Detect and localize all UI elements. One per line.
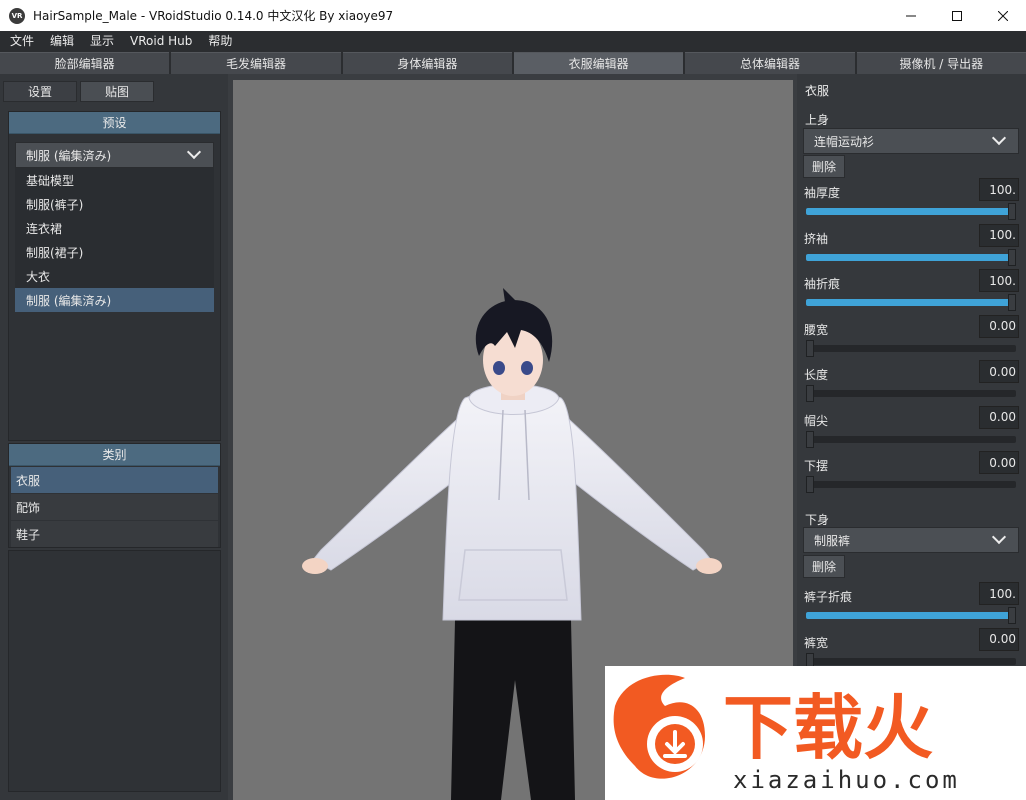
slider-handle[interactable] (806, 476, 814, 493)
title-bar: VR HairSample_Male - VRoidStudio 0.14.0 … (0, 0, 1026, 31)
param-label: 挤袖 (804, 231, 829, 246)
param-label: 裤子折痕 (804, 590, 853, 604)
chevron-down-icon (991, 529, 1007, 545)
slider-handle[interactable] (1008, 248, 1016, 266)
minimize-icon (906, 15, 916, 16)
tab-settings[interactable]: 设置 (3, 81, 77, 102)
delete-upper-button[interactable]: 删除 (803, 155, 845, 178)
param-slider[interactable] (806, 294, 1016, 311)
slider-fill (806, 612, 1016, 619)
editor-tabs: 脸部编辑器 毛发编辑器 身体编辑器 衣服编辑器 总体编辑器 摄像机 / 导出器 (0, 52, 1026, 74)
preset-dropdown-value: 制服 (編集済み) (26, 148, 112, 163)
clothing-section-title: 衣服 (805, 84, 830, 98)
param-label: 袖厚度 (804, 186, 841, 200)
maximize-icon (952, 10, 962, 21)
menu-vroid-hub[interactable]: VRoid Hub (122, 31, 200, 52)
window-controls (888, 0, 1026, 31)
preset-item-selected[interactable]: 制服 (編集済み) (15, 288, 214, 312)
param-label: 下摆 (804, 459, 829, 473)
tab-hair-editor[interactable]: 毛发编辑器 (171, 52, 341, 74)
param-slider[interactable] (806, 385, 1016, 402)
item-list-area (8, 550, 221, 792)
slider-handle[interactable] (806, 430, 814, 448)
tab-body-editor[interactable]: 身体编辑器 (342, 52, 512, 74)
slider-handle[interactable] (1008, 294, 1016, 311)
preset-item[interactable]: 大衣 (15, 264, 214, 288)
preset-dropdown[interactable]: 制服 (編集済み) (15, 142, 214, 168)
tab-overall-editor[interactable]: 总体编辑器 (685, 52, 855, 74)
close-icon (998, 10, 1008, 21)
preset-item[interactable]: 基础模型 (15, 168, 214, 192)
param-slider[interactable] (806, 203, 1016, 220)
chevron-down-icon (991, 130, 1007, 146)
chevron-down-icon (186, 144, 202, 160)
lower-item-value: 制服裤 (814, 533, 851, 548)
slider-fill (806, 253, 1016, 261)
preset-item[interactable]: 制服(裙子) (15, 240, 214, 264)
param-value-field[interactable]: 100. (979, 223, 1019, 247)
minimize-button[interactable] (888, 0, 934, 31)
preset-header: 预设 (9, 112, 220, 134)
param-value-field[interactable]: 0.00 (979, 360, 1019, 383)
param-slider[interactable] (806, 476, 1016, 493)
param-slider[interactable] (806, 430, 1016, 448)
app-icon: VR (9, 7, 25, 24)
param-label: 裤宽 (804, 635, 829, 650)
slider-handle[interactable] (806, 339, 814, 357)
tab-face-editor[interactable]: 脸部编辑器 (0, 52, 170, 74)
close-button[interactable] (980, 0, 1026, 31)
menu-bar: 文件 编辑 显示 VRoid Hub 帮助 (0, 31, 1026, 52)
param-value-field[interactable]: 100. (979, 178, 1019, 201)
param-value-field[interactable]: 0.00 (979, 627, 1019, 651)
category-header: 类别 (9, 444, 220, 466)
watermark-brand: 下载火 (723, 687, 933, 769)
param-slider[interactable] (806, 339, 1016, 357)
menu-file[interactable]: 文件 (0, 31, 42, 52)
maximize-button[interactable] (934, 0, 980, 31)
preset-item[interactable]: 制服(裤子) (15, 192, 214, 216)
param-value-field[interactable]: 100. (979, 269, 1019, 292)
upper-item-dropdown[interactable]: 连帽运动衫 (803, 128, 1019, 154)
tab-camera-exporter[interactable]: 摄像机 / 导出器 (856, 52, 1026, 74)
category-clothing[interactable]: 衣服 (11, 467, 218, 493)
tab-outfit-editor[interactable]: 衣服编辑器 (513, 52, 684, 74)
slider-handle[interactable] (806, 385, 814, 402)
param-slider[interactable] (806, 652, 1016, 670)
slider-handle[interactable] (1008, 203, 1016, 220)
lower-body-label: 下身 (805, 513, 830, 527)
sub-tabs: 设置 贴图 (0, 74, 228, 102)
menu-edit[interactable]: 编辑 (42, 31, 82, 52)
param-value-field[interactable]: 100. (979, 582, 1019, 605)
menu-view[interactable]: 显示 (82, 31, 122, 52)
preset-group: 预设 制服 (編集済み) 基础模型 制服(裤子) 连衣裙 制服(裙子) 大衣 制… (8, 111, 221, 441)
preset-item[interactable]: 连衣裙 (15, 216, 214, 240)
param-label: 袖折痕 (804, 277, 841, 291)
watermark-logo: 下载火 xiazaihuo.com (613, 674, 960, 794)
param-value-field[interactable]: 0.00 (979, 451, 1019, 474)
upper-item-value: 连帽运动衫 (814, 134, 875, 149)
watermark: 下载火 xiazaihuo.com (605, 666, 1026, 800)
param-value-field[interactable]: 0.00 (979, 314, 1019, 338)
param-label: 帽尖 (804, 413, 829, 428)
slider-handle[interactable] (1008, 607, 1016, 624)
category-shoes[interactable]: 鞋子 (11, 521, 218, 547)
param-value-field[interactable]: 0.00 (979, 405, 1019, 429)
category-group: 类别 衣服 配饰 鞋子 (8, 443, 221, 548)
window-title: HairSample_Male - VRoidStudio 0.14.0 中文汉… (33, 9, 394, 23)
delete-lower-button[interactable]: 删除 (803, 555, 845, 578)
lower-item-dropdown[interactable]: 制服裤 (803, 527, 1019, 553)
param-label: 腰宽 (804, 322, 829, 337)
param-label: 长度 (804, 368, 829, 382)
watermark-domain: xiazaihuo.com (733, 766, 960, 794)
menu-help[interactable]: 帮助 (200, 31, 240, 52)
slider-fill (806, 208, 1016, 215)
left-panel: 设置 贴图 预设 制服 (編集済み) 基础模型 制服(裤子) 连衣裙 制服(裙子… (0, 74, 228, 800)
category-accessories[interactable]: 配饰 (11, 494, 218, 520)
param-slider[interactable] (806, 607, 1016, 624)
tab-textures[interactable]: 贴图 (80, 81, 154, 102)
slider-fill (806, 299, 1016, 306)
param-slider[interactable] (806, 248, 1016, 266)
preset-list: 基础模型 制服(裤子) 连衣裙 制服(裙子) 大衣 制服 (編集済み) (15, 168, 214, 312)
upper-body-label: 上身 (805, 113, 830, 127)
